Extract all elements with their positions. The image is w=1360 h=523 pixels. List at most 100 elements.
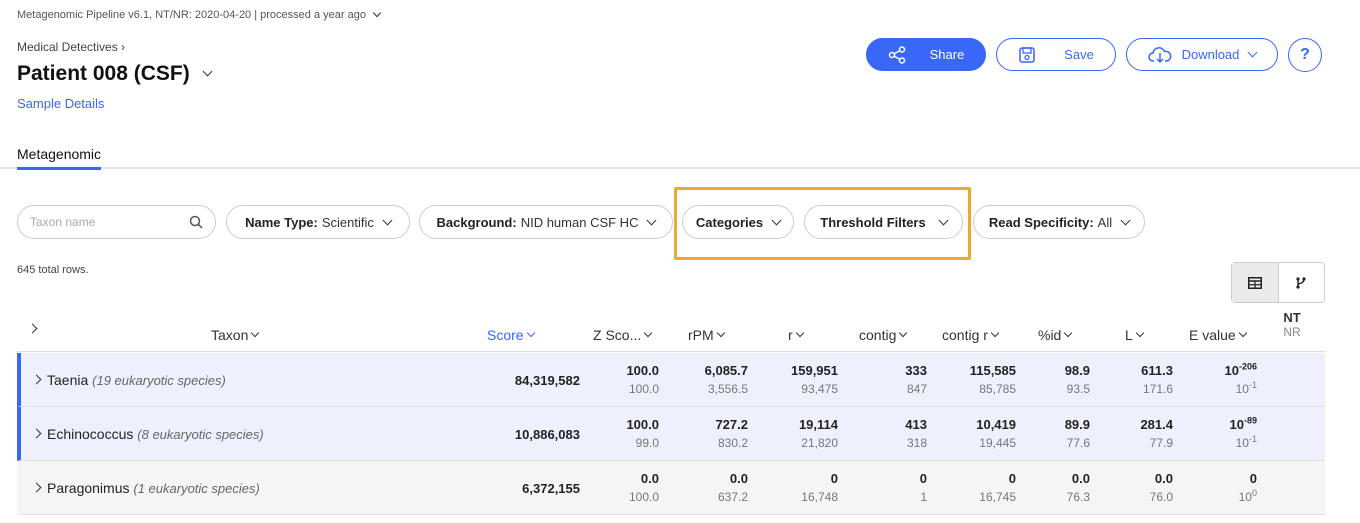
- read-specificity-value: All: [1097, 214, 1113, 230]
- table-row[interactable]: Taenia (19 eukaryotic species) 84,319,582…: [17, 353, 1325, 407]
- expand-row-icon[interactable]: [31, 428, 42, 439]
- sample-details-link[interactable]: Sample Details: [17, 96, 104, 111]
- taxon-name[interactable]: Echinococcus (8 eukaryotic species): [47, 426, 264, 442]
- taxon-genus: Taenia: [47, 372, 89, 388]
- help-button[interactable]: ?: [1288, 38, 1322, 72]
- cell-L: 0.0 76.0: [1150, 471, 1173, 505]
- column-evalue[interactable]: E value: [1189, 327, 1247, 343]
- column-taxon[interactable]: Taxon: [211, 327, 260, 343]
- chevron-down-icon: [1135, 328, 1145, 338]
- read-specificity-dropdown[interactable]: Read Specificity: All: [973, 205, 1145, 239]
- table-view-button[interactable]: [1232, 263, 1279, 302]
- taxon-search-input[interactable]: [30, 215, 180, 229]
- highlight-annotation: [674, 187, 971, 260]
- column-label: L: [1125, 327, 1133, 343]
- column-r[interactable]: r: [788, 327, 804, 343]
- nr-value: 93.5: [1066, 382, 1090, 396]
- cloud-download-icon: [1147, 46, 1171, 63]
- nt-value: 727.2: [715, 417, 748, 432]
- share-icon: [888, 45, 905, 64]
- sample-title[interactable]: Patient 008 (CSF): [17, 62, 213, 86]
- taxon-name[interactable]: Taenia (19 eukaryotic species): [47, 372, 226, 388]
- nr-value: 19,445: [979, 436, 1016, 450]
- nr-value: 76.3: [1066, 490, 1090, 504]
- cell-contig_r: 0 16,745: [979, 471, 1016, 505]
- column-percent-id[interactable]: %id: [1038, 327, 1073, 343]
- nr-value: 77.6: [1066, 436, 1090, 450]
- cell-pid: 89.9 77.6: [1065, 417, 1090, 451]
- column-zscore[interactable]: Z Sco...: [593, 327, 653, 343]
- nt-value: 10,419: [976, 417, 1016, 432]
- cell-L: 611.3 171.6: [1141, 363, 1173, 397]
- column-score[interactable]: Score: [487, 327, 535, 343]
- nr-value: 637.2: [717, 490, 748, 504]
- name-type-label: Name Type:: [245, 214, 318, 230]
- cell-contig: 01: [920, 471, 927, 505]
- tree-view-button[interactable]: [1279, 263, 1325, 302]
- column-label: %id: [1038, 327, 1062, 343]
- nr-value: 85,785: [979, 382, 1016, 396]
- evalue-base: 10: [1235, 382, 1249, 396]
- nr-value: 10-1: [1230, 435, 1257, 451]
- evalue-exponent: -1: [1248, 434, 1257, 444]
- expand-row-icon[interactable]: [31, 374, 42, 385]
- name-type-value: Scientific: [321, 214, 374, 230]
- column-rpm[interactable]: rPM: [688, 327, 725, 343]
- evalue-exponent: 0: [1251, 488, 1257, 498]
- total-rows-count: 645 total rows.: [17, 264, 89, 276]
- column-label: contig r: [942, 327, 988, 343]
- read-specificity-label: Read Specificity:: [988, 214, 1094, 230]
- save-icon: [1019, 46, 1035, 63]
- cell-rpm: 6,085.7 3,556.5: [705, 363, 748, 397]
- cell-zscore: 0.0 100.0: [629, 471, 659, 505]
- breadcrumb-project[interactable]: Medical Detectives ›: [17, 40, 125, 54]
- column-label: E value: [1189, 327, 1236, 343]
- nr-value: 171.6: [1142, 382, 1173, 396]
- share-button[interactable]: Share: [866, 38, 986, 71]
- nr-value: 16,748: [801, 490, 838, 504]
- evalue-base: 10: [1224, 363, 1239, 378]
- pipeline-info[interactable]: Metagenomic Pipeline v6.1, NT/NR: 2020-0…: [17, 8, 382, 21]
- chevron-down-icon: [899, 328, 908, 338]
- tab-metagenomic[interactable]: Metagenomic: [17, 146, 102, 170]
- nr-value: 318: [906, 436, 927, 450]
- background-value: NID human CSF HC: [520, 214, 639, 230]
- expand-row-icon[interactable]: [31, 482, 42, 493]
- expand-all-icon[interactable]: [27, 323, 38, 334]
- taxon-species-count: (1 eukaryotic species): [133, 481, 260, 496]
- cell-contig_r: 10,419 19,445: [976, 417, 1016, 451]
- nt-nr-toggle[interactable]: NT NR: [1281, 310, 1303, 340]
- column-contig[interactable]: contig: [859, 327, 908, 343]
- cell-contig: 333 847: [905, 363, 927, 397]
- table-row[interactable]: Echinococcus (8 eukaryotic species) 10,88…: [17, 407, 1325, 461]
- table-row[interactable]: Paragonimus (1 eukaryotic species) 6,372,…: [17, 461, 1325, 515]
- chevron-down-icon: [647, 215, 657, 225]
- evalue-base: 0: [1249, 471, 1257, 486]
- nt-value: 0: [919, 471, 927, 486]
- column-contig-r[interactable]: contig r: [942, 327, 1000, 343]
- nr-label: NR: [1283, 325, 1301, 339]
- chevron-down-icon: [382, 215, 393, 225]
- nt-value: 89.9: [1064, 417, 1090, 432]
- nt-value: 611.3: [1141, 363, 1173, 378]
- nt-value: 0.0: [1154, 471, 1173, 486]
- taxon-species-count: (19 eukaryotic species): [92, 373, 226, 388]
- name-type-dropdown[interactable]: Name Type: Scientific: [226, 205, 410, 239]
- save-button[interactable]: Save: [996, 38, 1116, 71]
- nt-value: 10-89: [1230, 416, 1257, 433]
- nr-value: 16,745: [979, 490, 1016, 504]
- nr-value: 847: [906, 382, 927, 396]
- taxon-name[interactable]: Paragonimus (1 eukaryotic species): [47, 480, 260, 496]
- evalue-exponent: -1: [1248, 380, 1257, 390]
- breadcrumb[interactable]: Medical Detectives ›: [17, 40, 125, 54]
- background-dropdown[interactable]: Background: NID human CSF HC: [419, 205, 673, 239]
- taxon-search[interactable]: [17, 205, 216, 239]
- nt-value: 0: [830, 471, 838, 486]
- nr-value: 100.0: [628, 490, 659, 504]
- column-length[interactable]: L: [1125, 327, 1145, 343]
- download-button[interactable]: Download: [1126, 38, 1278, 71]
- chevron-down-icon: [1247, 47, 1258, 58]
- nr-value: 100: [1239, 489, 1257, 505]
- cell-r: 159,951 93,475: [791, 363, 838, 397]
- cell-contig: 413 318: [905, 417, 927, 451]
